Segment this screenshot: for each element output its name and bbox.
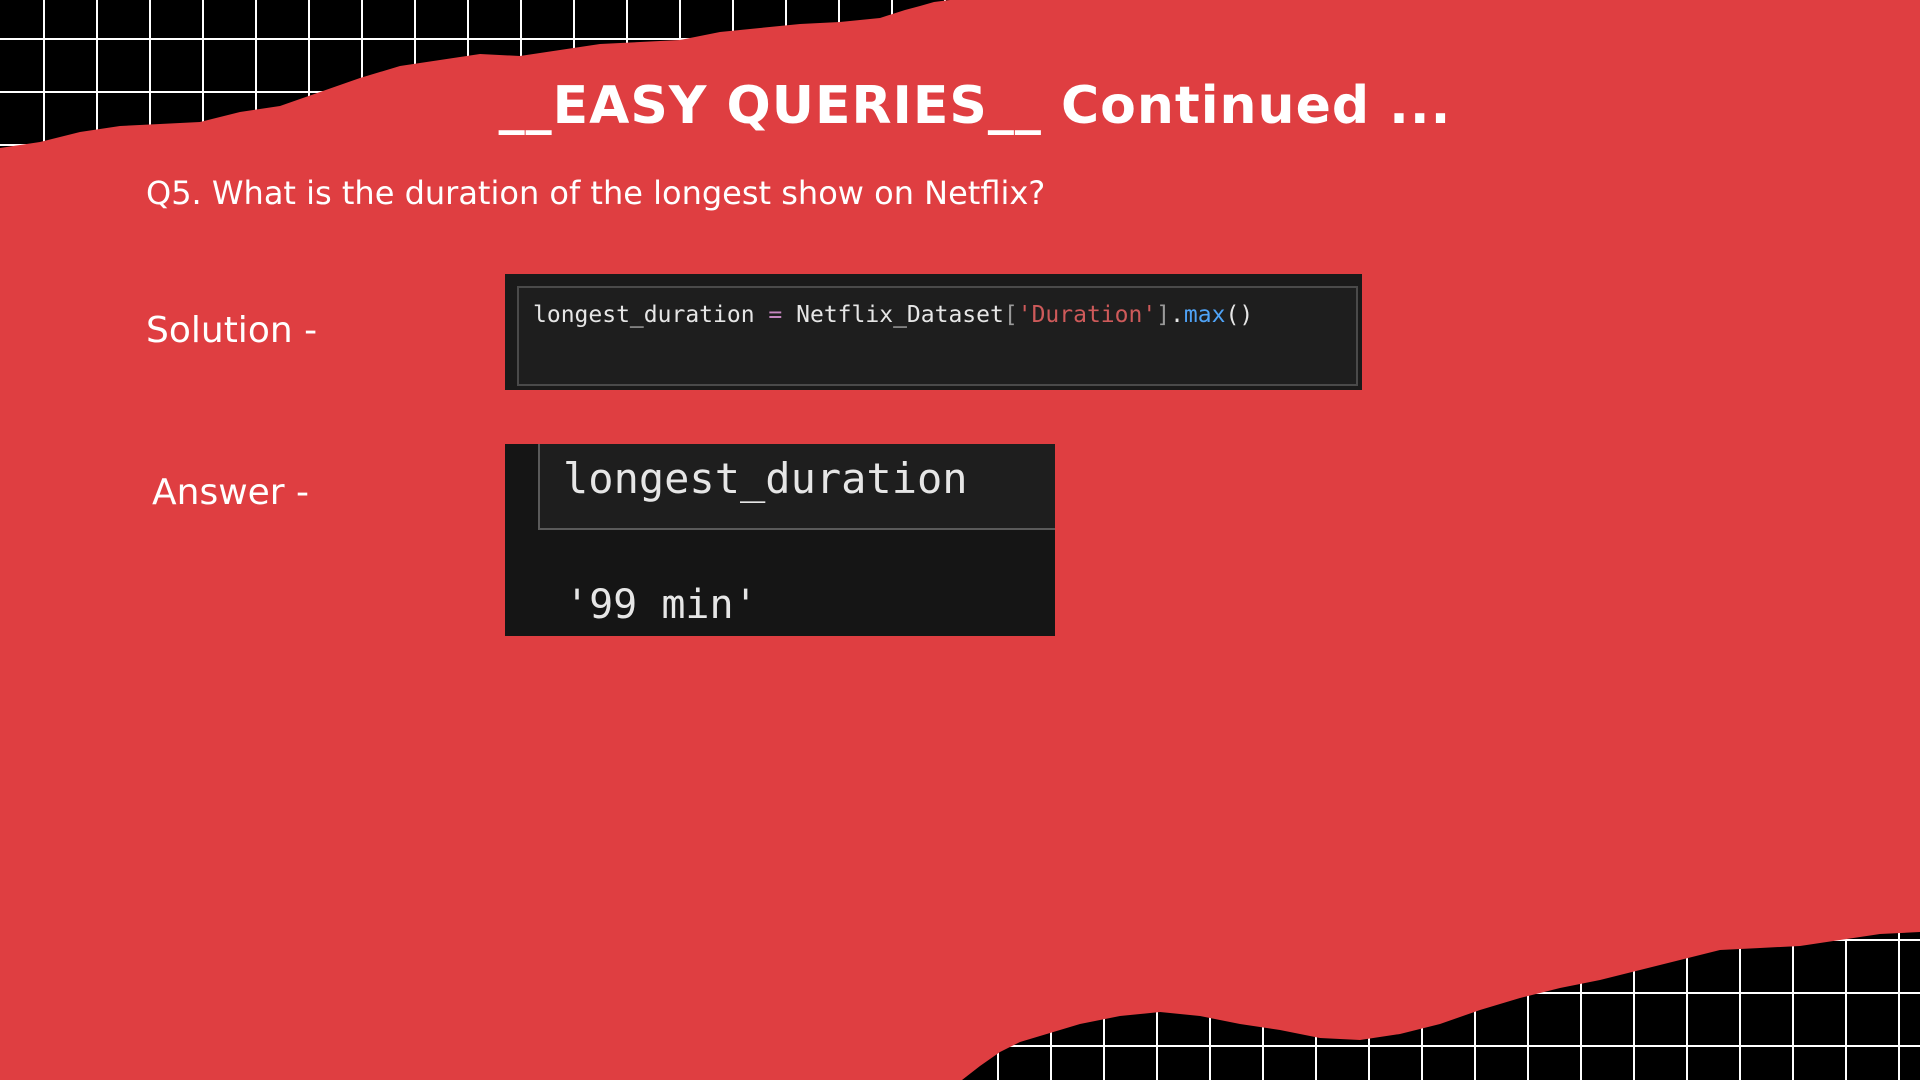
code-open-bracket: [ [1003,302,1018,328]
code-close-bracket: ] [1156,302,1171,328]
code-object: Netflix_Dataset [796,302,1004,328]
output-screenshot: longest_duration '99 min' [505,444,1055,636]
output-value: '99 min' [565,582,758,628]
code-parens: () [1225,302,1254,328]
code-method: max [1183,302,1226,328]
solution-label: Solution - [146,310,318,351]
slide-title: __EASY QUERIES__ Continued ... [498,76,1452,136]
code-cell: longest_duration = Netflix_Dataset['Dura… [517,286,1358,386]
code-screenshot: longest_duration = Netflix_Dataset['Dura… [505,274,1362,390]
answer-label: Answer - [152,472,310,513]
code-dot: . [1170,302,1184,328]
output-variable: longest_duration [563,454,968,503]
code-operator: = [768,302,783,328]
question-text: Q5. What is the duration of the longest … [146,174,1046,212]
code-line: longest_duration = Netflix_Dataset['Dura… [533,302,1253,328]
code-variable: longest_duration [533,302,755,328]
code-string-key: 'Duration' [1017,302,1157,328]
